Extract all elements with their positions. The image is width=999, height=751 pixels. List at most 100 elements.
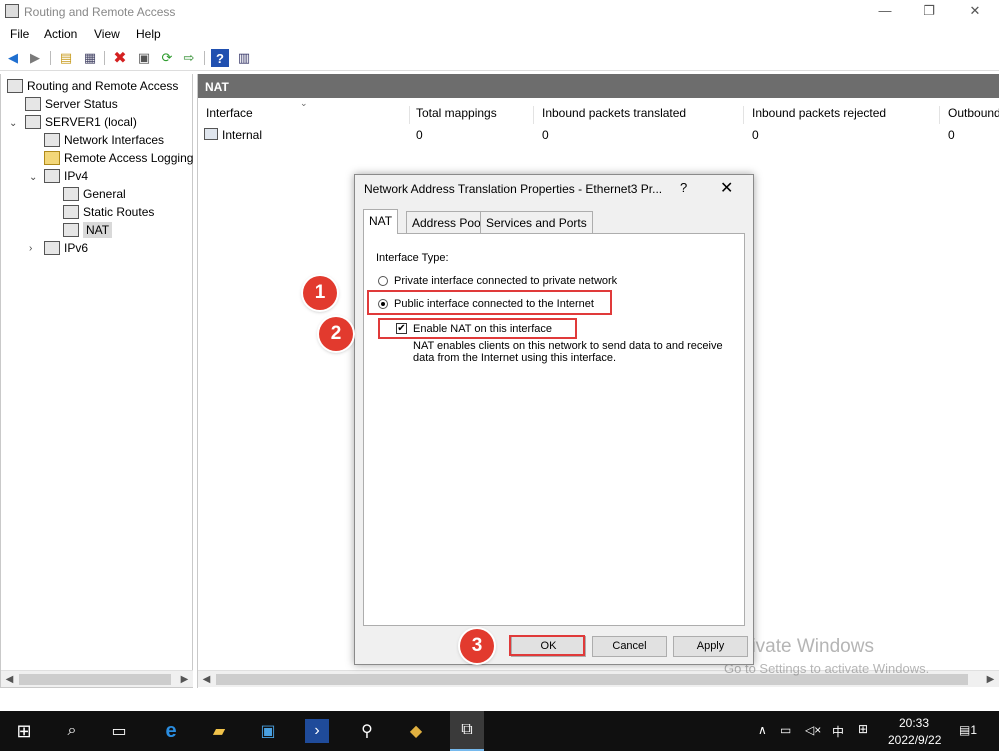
clock-time[interactable]: 20:33 <box>899 716 929 730</box>
tree-node-remote-access-logging[interactable]: Remote Access Logging <box>44 149 193 167</box>
help-icon[interactable]: ? <box>211 49 229 67</box>
scroll-left-icon[interactable]: ◀ <box>199 672 214 687</box>
highlight-public-interface <box>367 290 612 315</box>
cell-inbound-translated: 0 <box>542 128 549 142</box>
show-hide-tree-icon[interactable]: ▦ <box>81 49 99 67</box>
collapse-icon[interactable]: ⌄ <box>29 172 37 183</box>
start-windows-icon[interactable]: ⊞ <box>12 719 36 743</box>
tree-node-label: Network Interfaces <box>64 133 165 147</box>
highlight-ok-button <box>509 635 585 656</box>
server-status-icon <box>25 97 41 111</box>
dialog-title: Network Address Translation Properties -… <box>364 182 663 196</box>
cell-outbound: 0 <box>948 128 955 142</box>
clock-date[interactable]: 2022/9/22 <box>888 733 941 747</box>
tree-node-ipv4[interactable]: IPv4 <box>44 167 88 185</box>
column-header-outbound[interactable]: Outbound <box>940 106 999 124</box>
collapse-icon[interactable]: ⌄ <box>9 118 17 129</box>
network-admin-icon[interactable]: ⚲ <box>355 719 379 743</box>
tab-services-and-ports[interactable]: Services and Ports <box>480 211 593 233</box>
step-marker-1: 1 <box>303 276 337 310</box>
tree-node-server-status[interactable]: Server Status <box>25 95 118 113</box>
search-icon[interactable]: ⌕ <box>60 719 84 743</box>
tools-icon[interactable]: ◆ <box>404 719 428 743</box>
powershell-icon[interactable]: › <box>305 719 329 743</box>
ipv6-icon <box>44 241 60 255</box>
network-icon[interactable]: ▭ <box>780 723 791 737</box>
cell-inbound-rejected: 0 <box>752 128 759 142</box>
menu-view[interactable]: View <box>94 27 120 41</box>
restore-button[interactable]: ❐ <box>906 0 952 24</box>
volume-icon[interactable]: ◁× <box>805 723 821 737</box>
up-folder-icon[interactable]: ▤ <box>57 49 75 67</box>
private-interface-radio[interactable] <box>378 276 388 286</box>
refresh-icon[interactable]: ⟳ <box>158 49 176 67</box>
menu-file[interactable]: File <box>10 27 29 41</box>
tree-node-label: SERVER1 (local) <box>45 115 137 129</box>
menu-bar: File Action View Help <box>0 24 999 44</box>
window-title: Routing and Remote Access <box>24 5 176 19</box>
scroll-right-icon[interactable]: ▶ <box>983 672 998 687</box>
scroll-thumb[interactable] <box>19 674 171 685</box>
toolbar: ◀ ▶ ▤ ▦ ✖ ▣ ⟳ ⇨ ? ▥ <box>0 45 999 71</box>
task-view-icon[interactable]: ▭ <box>107 719 131 743</box>
highlight-enable-nat <box>378 318 577 339</box>
private-interface-label[interactable]: Private interface connected to private n… <box>394 275 617 287</box>
routing-remote-access-taskbar-icon[interactable]: ⧉ <box>450 711 484 751</box>
column-header-interface[interactable]: Interface <box>198 106 410 124</box>
tree-node-static-routes[interactable]: Static Routes <box>63 203 154 221</box>
forward-icon[interactable]: ▶ <box>26 49 44 67</box>
back-icon[interactable]: ◀ <box>4 49 22 67</box>
menu-action[interactable]: Action <box>44 27 77 41</box>
cell-interface: Internal <box>222 128 263 142</box>
properties-icon[interactable]: ▣ <box>135 49 153 67</box>
general-icon <box>63 187 79 201</box>
tree-node-server1[interactable]: SERVER1 (local) <box>25 113 137 131</box>
tree-node-label: Static Routes <box>83 205 155 219</box>
menu-help[interactable]: Help <box>136 27 161 41</box>
tree-node-general[interactable]: General <box>63 185 126 203</box>
console-tree: Routing and Remote Access Server Status … <box>0 74 193 688</box>
expand-icon[interactable]: › <box>29 243 32 254</box>
ime-indicator[interactable]: 中 <box>832 723 844 740</box>
app-icon <box>5 4 19 18</box>
tree-horizontal-scrollbar[interactable]: ◀ ▶ <box>1 670 193 687</box>
delete-icon[interactable]: ✖ <box>111 49 129 67</box>
show-hidden-icons-icon[interactable]: ∧ <box>758 723 767 737</box>
nat-description-line2: data from the Internet using this interf… <box>413 352 617 364</box>
tree-node-ipv6[interactable]: IPv6 <box>44 239 88 257</box>
notification-icon[interactable]: ▤1 <box>959 723 977 737</box>
apply-button[interactable]: Apply <box>673 636 748 657</box>
tree-node-nat[interactable]: NAT <box>63 221 113 239</box>
input-method-icon[interactable]: ⊞ <box>858 722 868 736</box>
file-explorer-icon[interactable]: ▰ <box>207 719 231 743</box>
minimize-button[interactable]: — <box>862 0 908 24</box>
pane-header: NAT <box>198 74 999 98</box>
tree-node-label: IPv4 <box>64 169 89 183</box>
tree-node-label: Server Status <box>45 97 118 111</box>
nat-description-line1: NAT enables clients on this network to s… <box>413 340 723 352</box>
column-header-total-mappings[interactable]: Total mappings <box>408 106 534 124</box>
column-header-inbound-translated[interactable]: Inbound packets translated <box>534 106 744 124</box>
folder-icon <box>44 151 60 165</box>
column-header-inbound-rejected[interactable]: Inbound packets rejected <box>744 106 940 124</box>
static-routes-icon <box>63 205 79 219</box>
help-icon[interactable]: ? <box>680 180 687 195</box>
tree-node-network-interfaces[interactable]: Network Interfaces <box>44 131 164 149</box>
network-interfaces-icon <box>44 133 60 147</box>
tree-node-root[interactable]: Routing and Remote Access <box>7 77 178 95</box>
title-bar: Routing and Remote Access — ❐ ✕ <box>0 0 999 24</box>
close-window-button[interactable]: ✕ <box>952 0 998 24</box>
view-icon[interactable]: ▥ <box>235 49 253 67</box>
export-icon[interactable]: ⇨ <box>180 49 198 67</box>
tab-nat[interactable]: NAT <box>363 209 399 234</box>
scroll-right-icon[interactable]: ▶ <box>177 672 192 687</box>
internet-explorer-icon[interactable]: e <box>159 719 183 743</box>
cancel-button[interactable]: Cancel <box>592 636 667 657</box>
scroll-left-icon[interactable]: ◀ <box>2 672 17 687</box>
cell-total-mappings: 0 <box>416 128 423 142</box>
notification-count: 1 <box>970 723 978 737</box>
server-manager-icon[interactable]: ▣ <box>256 719 280 743</box>
tree-node-label: General <box>83 187 126 201</box>
tab-address-pool[interactable]: Address Pool <box>406 211 490 233</box>
close-icon[interactable]: ✕ <box>720 178 733 198</box>
